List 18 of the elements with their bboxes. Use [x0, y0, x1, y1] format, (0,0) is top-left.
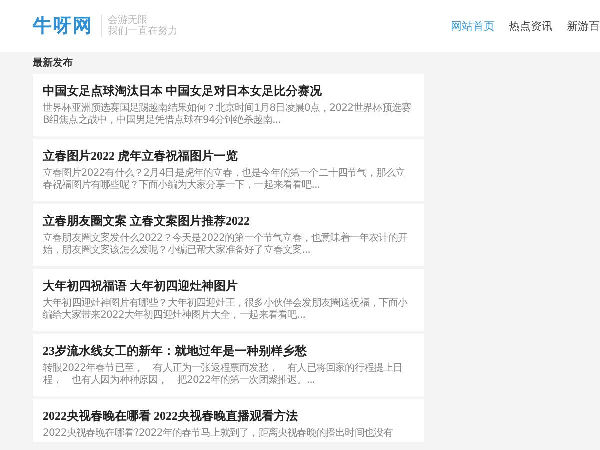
article-summary: 2022央视春晚在哪看?2022年的春节马上就到了，距离央视春晚的播出时间也没有 [43, 428, 394, 440]
article-title[interactable]: 2022央视春晚在哪看 2022央视春晚直播观看方法 [43, 409, 414, 423]
article-title[interactable]: 23岁流水线女工的新年：就地过年是一种别样乡愁 [43, 344, 414, 358]
slogan-text: 会游无限 [108, 15, 148, 26]
article-summary: 转眼2022年春节已至， 有人正为一张返程票而发愁， 有人已将回家的行程提上日程， 也有人因为种种原因， 把2022年的第一次团聚推迟。... [43, 363, 404, 387]
article-summary: 立春图片2022有什么？2月4日是虎年的立春，也是今年的第一个二十四节气，那么立春祝福图片有哪些呢？下面小编为大家分享一下，一起来看看吧... [43, 168, 406, 192]
article-summary: 大年初四迎灶神图片有哪些？大年初四迎灶王，很多小伙伴会发朋友圈送祝福，下面小编给大家带来2022大年初四迎灶神图片大全，一起来看看吧... [43, 298, 409, 322]
article-summary: 世界杯亚洲预选赛国足踢越南结果如何？北京时间1月8日凌晨0点，2022世界杯预选赛B组焦点之战中，中国男足凭借点球在94分钟绝杀越南... [43, 103, 412, 127]
nav-link[interactable]: 热点资讯 [509, 18, 553, 34]
article-title[interactable]: 立春图片2022 虎年立春祝福图片一览 [43, 149, 414, 163]
article-title[interactable]: 立春朋友圈文案 立春文案图片推荐2022 [43, 214, 414, 228]
article-title[interactable]: 大年初四祝福语 大年初四迎灶神图片 [43, 279, 414, 293]
nav-link[interactable]: 新游百 [567, 18, 600, 34]
site-logo[interactable]: 牛呀网 [33, 13, 93, 39]
slogan-text: 我们一直在努力 [108, 26, 178, 37]
article-title[interactable]: 中国女足点球淘汰日本 中国女足对日本女足比分赛况 [43, 84, 414, 98]
section-title: 最新发布 [33, 56, 74, 70]
article-summary: 立春朋友圈文案发什么2022？今天是2022的第一个节气立春，也意味着一年农计的开始，朋友圈文案该怎么发呢？小编已帮大家准备好了立春文案... [43, 233, 409, 257]
